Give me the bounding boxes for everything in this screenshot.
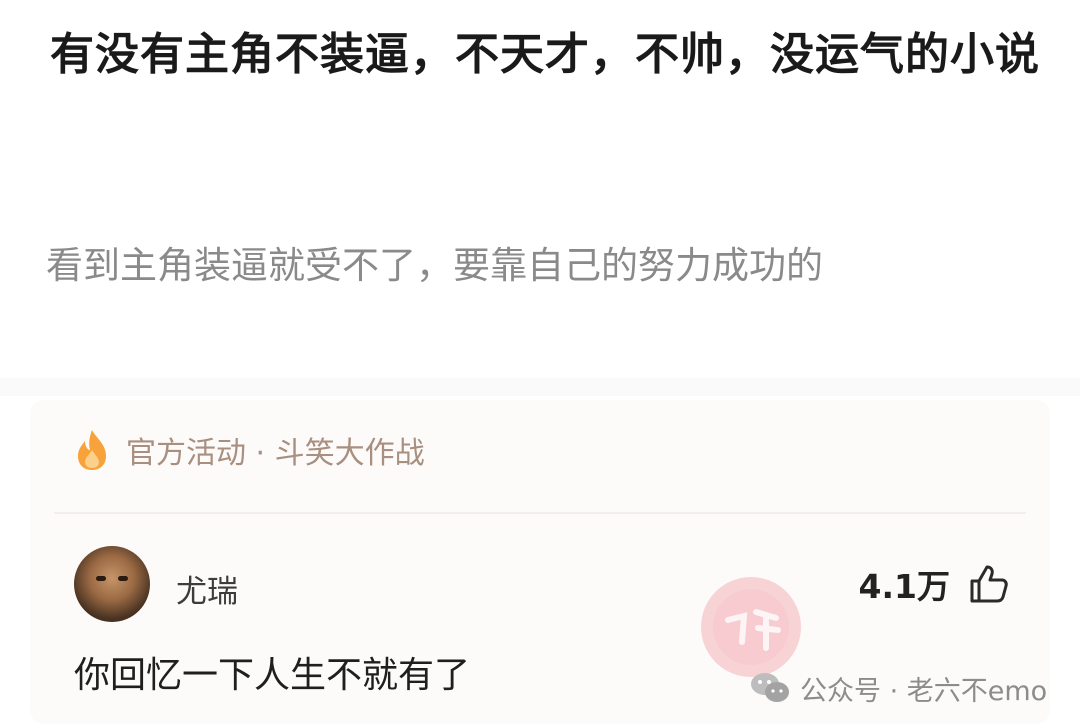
divider xyxy=(54,512,1026,514)
wechat-icon xyxy=(751,673,789,702)
section-divider xyxy=(0,378,1080,396)
activity-banner[interactable]: 官方活动 · 斗笑大作战 xyxy=(72,422,425,478)
question-title[interactable]: 有没有主角不装逼，不天才，不帅，没运气的小说 xyxy=(50,18,1060,92)
author-name[interactable]: 尤瑞 xyxy=(176,566,238,611)
like-count: 4.1万 xyxy=(858,567,950,606)
avatar-eye xyxy=(118,576,128,581)
wechat-watermark: 公众号 · 老六不emo xyxy=(750,668,1047,708)
flame-icon xyxy=(78,430,106,470)
question-description: 看到主角装逼就受不了，要靠自己的努力成功的 xyxy=(46,244,823,287)
like-area[interactable]: 4.1万 xyxy=(859,560,1010,608)
seal-watermark-icon xyxy=(701,577,801,677)
answer-card[interactable]: 官方活动 · 斗笑大作战 尤瑞 4.1万 你回忆一下人生不就有了 公众号 · 老… xyxy=(30,400,1050,724)
question-card[interactable]: 有没有主角不装逼，不天才，不帅，没运气的小说 看到主角装逼就受不了，要靠自己的努… xyxy=(0,0,1080,378)
activity-label[interactable]: 官方活动 · 斗笑大作战 xyxy=(126,428,425,472)
wechat-account-label: 公众号 · 老六不emo xyxy=(800,675,1048,707)
avatar-eye xyxy=(96,576,106,581)
avatar[interactable] xyxy=(74,546,150,622)
thumbs-up-icon[interactable] xyxy=(968,563,1010,605)
answer-content[interactable]: 你回忆一下人生不就有了 xyxy=(74,646,470,698)
